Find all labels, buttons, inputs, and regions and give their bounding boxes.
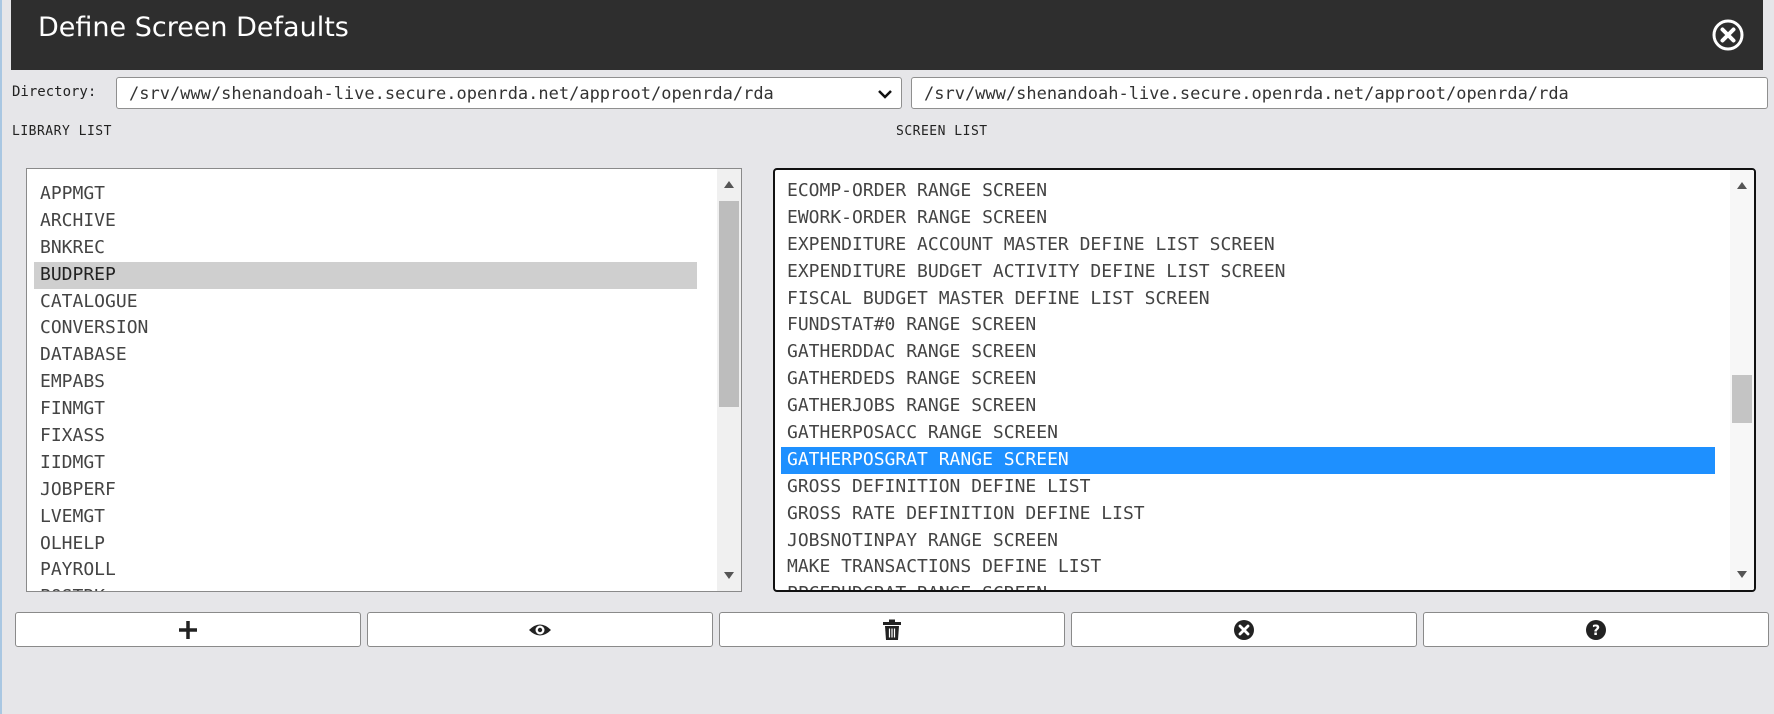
scroll-down-icon[interactable]	[1737, 571, 1747, 578]
library-list-item[interactable]: CONVERSION	[34, 315, 697, 342]
library-list-item[interactable]: JOBPERF	[34, 477, 697, 504]
library-list-item[interactable]: ARCHIVE	[34, 208, 697, 235]
screen-list-item[interactable]: EWORK-ORDER RANGE SCREEN	[781, 205, 1715, 232]
screen-list-item[interactable]: GATHERPOSACC RANGE SCREEN	[781, 420, 1715, 447]
screen-list-item[interactable]: MAKE TRANSACTIONS DEFINE LIST	[781, 554, 1715, 581]
directory-input-value: /srv/www/shenandoah-live.secure.openrda.…	[924, 84, 1569, 104]
screen-scrollbar[interactable]	[1730, 170, 1754, 590]
scroll-up-icon[interactable]	[1737, 182, 1747, 189]
directory-select[interactable]: /srv/www/shenandoah-live.secure.openrda.…	[116, 77, 902, 109]
screen-list-item[interactable]: GATHERDEDS RANGE SCREEN	[781, 366, 1715, 393]
title-bar: Define Screen Defaults	[11, 0, 1763, 70]
library-list-item[interactable]: BNKREC	[34, 235, 697, 262]
library-list-item[interactable]: CATALOGUE	[34, 289, 697, 316]
window-title: Define Screen Defaults	[38, 12, 349, 43]
view-button[interactable]	[367, 612, 713, 647]
scroll-thumb[interactable]	[1732, 375, 1752, 423]
screen-list-item[interactable]: FUNDSTAT#0 RANGE SCREEN	[781, 312, 1715, 339]
screen-list-item[interactable]: GROSS RATE DEFINITION DEFINE LIST	[781, 501, 1715, 528]
screen-list-label: SCREEN LIST	[896, 124, 988, 139]
trash-icon	[883, 619, 901, 640]
screen-list-item[interactable]: ECOMP-ORDER RANGE SCREEN	[781, 178, 1715, 205]
directory-input[interactable]: /srv/www/shenandoah-live.secure.openrda.…	[911, 77, 1768, 109]
cancel-button[interactable]	[1071, 612, 1417, 647]
library-list-item[interactable]: IIDMGT	[34, 450, 697, 477]
library-items: APPMGT ARCHIVE BNKREC BUDPREP CATALOGUE CONVE…	[34, 181, 697, 591]
screen-list-item[interactable]: PPCEBUDGRAT RANGE SCREEN	[781, 581, 1715, 590]
library-list-item[interactable]: APPMGT	[34, 181, 697, 208]
delete-button[interactable]	[719, 612, 1065, 647]
screen-list-item[interactable]: FISCAL BUDGET MASTER DEFINE LIST SCREEN	[781, 286, 1715, 313]
scroll-thumb[interactable]	[719, 201, 739, 407]
help-button[interactable]: ?	[1423, 612, 1769, 647]
screen-list-item[interactable]: GATHERPOSGRAT RANGE SCREEN	[781, 446, 1715, 474]
close-circle-icon	[1234, 619, 1254, 640]
library-listbox[interactable]: APPMGT ARCHIVE BNKREC BUDPREP CATALOGUE CONVE…	[26, 168, 742, 592]
screen-list-item[interactable]: GROSS DEFINITION DEFINE LIST	[781, 474, 1715, 501]
screen-list-item[interactable]: EXPENDITURE ACCOUNT MASTER DEFINE LIST S…	[781, 232, 1715, 259]
screen-list-item[interactable]: JOBSNOTINPAY RANGE SCREEN	[781, 528, 1715, 555]
library-list-item[interactable]: OLHELP	[34, 531, 697, 558]
library-list-item[interactable]: POSTRK	[34, 584, 697, 591]
library-list-item[interactable]: LVEMGT	[34, 504, 697, 531]
screen-items: ECOMP-ORDER RANGE SCREEN EWORK-ORDER RANG…	[781, 178, 1715, 590]
close-window-icon[interactable]	[1711, 18, 1745, 52]
library-list-item[interactable]: PAYROLL	[34, 557, 697, 584]
directory-label: Directory:	[12, 84, 97, 100]
library-list-item[interactable]: DATABASE	[34, 342, 697, 369]
screen-list-item[interactable]: GATHERDDAC RANGE SCREEN	[781, 339, 1715, 366]
eye-icon	[529, 624, 551, 635]
scroll-up-icon[interactable]	[724, 181, 734, 188]
library-list-label: LIBRARY LIST	[12, 124, 112, 139]
scroll-down-icon[interactable]	[724, 572, 734, 579]
library-scrollbar[interactable]	[717, 169, 741, 591]
screen-list-item[interactable]: EXPENDITURE BUDGET ACTIVITY DEFINE LIST …	[781, 259, 1715, 286]
plus-icon	[179, 620, 197, 639]
page-edge	[0, 0, 2, 714]
library-list-item[interactable]: BUDPREP	[34, 261, 697, 289]
library-list-item[interactable]: FINMGT	[34, 396, 697, 423]
add-button[interactable]	[15, 612, 361, 647]
help-circle-icon: ?	[1586, 619, 1606, 640]
svg-text:?: ?	[1592, 623, 1600, 639]
library-list-item[interactable]: EMPABS	[34, 369, 697, 396]
directory-select-value: /srv/www/shenandoah-live.secure.openrda.…	[129, 84, 774, 104]
library-list-item[interactable]: FIXASS	[34, 423, 697, 450]
screen-list-item[interactable]: GATHERJOBS RANGE SCREEN	[781, 393, 1715, 420]
screen-listbox[interactable]: ECOMP-ORDER RANGE SCREEN EWORK-ORDER RANG…	[773, 168, 1756, 592]
chevron-down-icon	[878, 90, 892, 99]
